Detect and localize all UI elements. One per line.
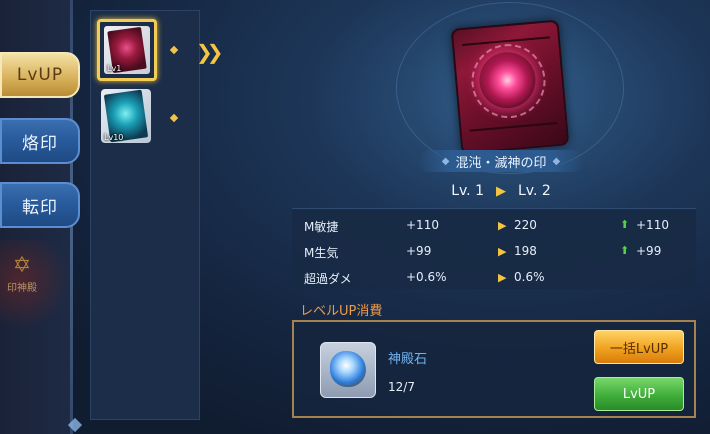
card-display — [450, 19, 570, 155]
card-thumb-level: Lv10 — [104, 133, 124, 142]
increase-arrow-icon: ⬆ — [620, 244, 630, 257]
card-name: 混沌・滅神の印 — [455, 155, 547, 171]
item-slot[interactable] — [320, 342, 376, 398]
tab-lvup[interactable]: LvUP — [0, 52, 80, 98]
locked-menu-temple[interactable]: ✡ 印神殿 — [2, 255, 42, 299]
stat-next: 198 — [514, 244, 537, 258]
stat-current: +0.6% — [406, 270, 447, 284]
increase-arrow-icon: ⬆ — [620, 218, 630, 231]
stat-name: 超過ダメ — [304, 272, 352, 286]
stat-row: M生気 +99 ▶ 198 ⬆ +99 — [292, 239, 696, 263]
diamond-bullet-icon: ◆ — [552, 155, 561, 167]
double-chevron-right-icon: ❯❯ — [196, 40, 223, 64]
arrow-right-icon: ▶ — [498, 219, 507, 232]
level-transition: Lv. 1 ▶ Lv. 2 — [426, 182, 576, 200]
tab-brand-label: 烙印 — [22, 133, 58, 154]
lvup-button[interactable]: LvUP — [594, 377, 684, 411]
temple-stone-icon — [330, 351, 366, 387]
lvup-label: LvUP — [622, 386, 656, 402]
stat-name: M生気 — [304, 246, 339, 260]
card-thumb-level: Lv1 — [107, 64, 122, 73]
tab-brand[interactable]: 烙印 — [0, 118, 80, 164]
card-thumb-selected[interactable]: Lv1 — [97, 19, 157, 81]
card-thumb-art: Lv1 — [104, 26, 150, 74]
bulk-lvup-button[interactable]: 一括LvUP — [594, 330, 684, 364]
diamond-bullet-icon: ◆ — [441, 155, 450, 167]
card-ornament-line — [469, 122, 558, 132]
stat-name: M敏捷 — [304, 220, 339, 234]
cost-box: 神殿石 12/7 一括LvUP LvUP — [292, 320, 696, 418]
arrow-right-icon: ▶ — [498, 245, 507, 258]
stat-row: M敏捷 +110 ▶ 220 ⬆ +110 — [292, 213, 696, 237]
stat-current: +110 — [406, 218, 439, 232]
level-to: Lv. 2 — [518, 183, 551, 199]
stat-next: 220 — [514, 218, 537, 232]
bulk-lvup-label: 一括LvUP — [609, 341, 669, 357]
tab-transfer[interactable]: 転印 — [0, 182, 80, 228]
card-list-panel: Lv1 Lv10 — [90, 10, 200, 420]
tab-lvup-label: LvUP — [16, 65, 64, 85]
arrow-right-icon: ▶ — [498, 271, 507, 284]
diamond-icon — [169, 113, 179, 123]
stat-row: 超過ダメ +0.6% ▶ 0.6% — [292, 265, 696, 289]
card-thumb[interactable]: Lv10 — [101, 89, 151, 143]
stat-diff: +99 — [636, 244, 662, 258]
stats-table: M敏捷 +110 ▶ 220 ⬆ +110 M生気 +99 ▶ 198 ⬆ +9… — [292, 208, 696, 289]
stat-current: +99 — [406, 244, 432, 258]
item-name: 神殿石 — [388, 352, 428, 367]
diamond-icon — [169, 45, 179, 55]
arrow-right-icon: ▶ — [496, 183, 506, 199]
tab-transfer-label: 転印 — [22, 197, 58, 218]
locked-menu-label: 印神殿 — [7, 283, 37, 294]
star-emblem-icon: ✡ — [12, 253, 32, 278]
stat-diff: +110 — [636, 218, 669, 232]
item-count: 12/7 — [388, 380, 415, 394]
cost-title: レベルUP消費 — [300, 304, 383, 319]
stat-next: 0.6% — [514, 270, 545, 284]
card-name-plate: ◆ 混沌・滅神の印 ◆ — [418, 150, 584, 172]
level-from: Lv. 1 — [451, 183, 484, 199]
card-thumb-art: Lv10 — [101, 89, 151, 143]
